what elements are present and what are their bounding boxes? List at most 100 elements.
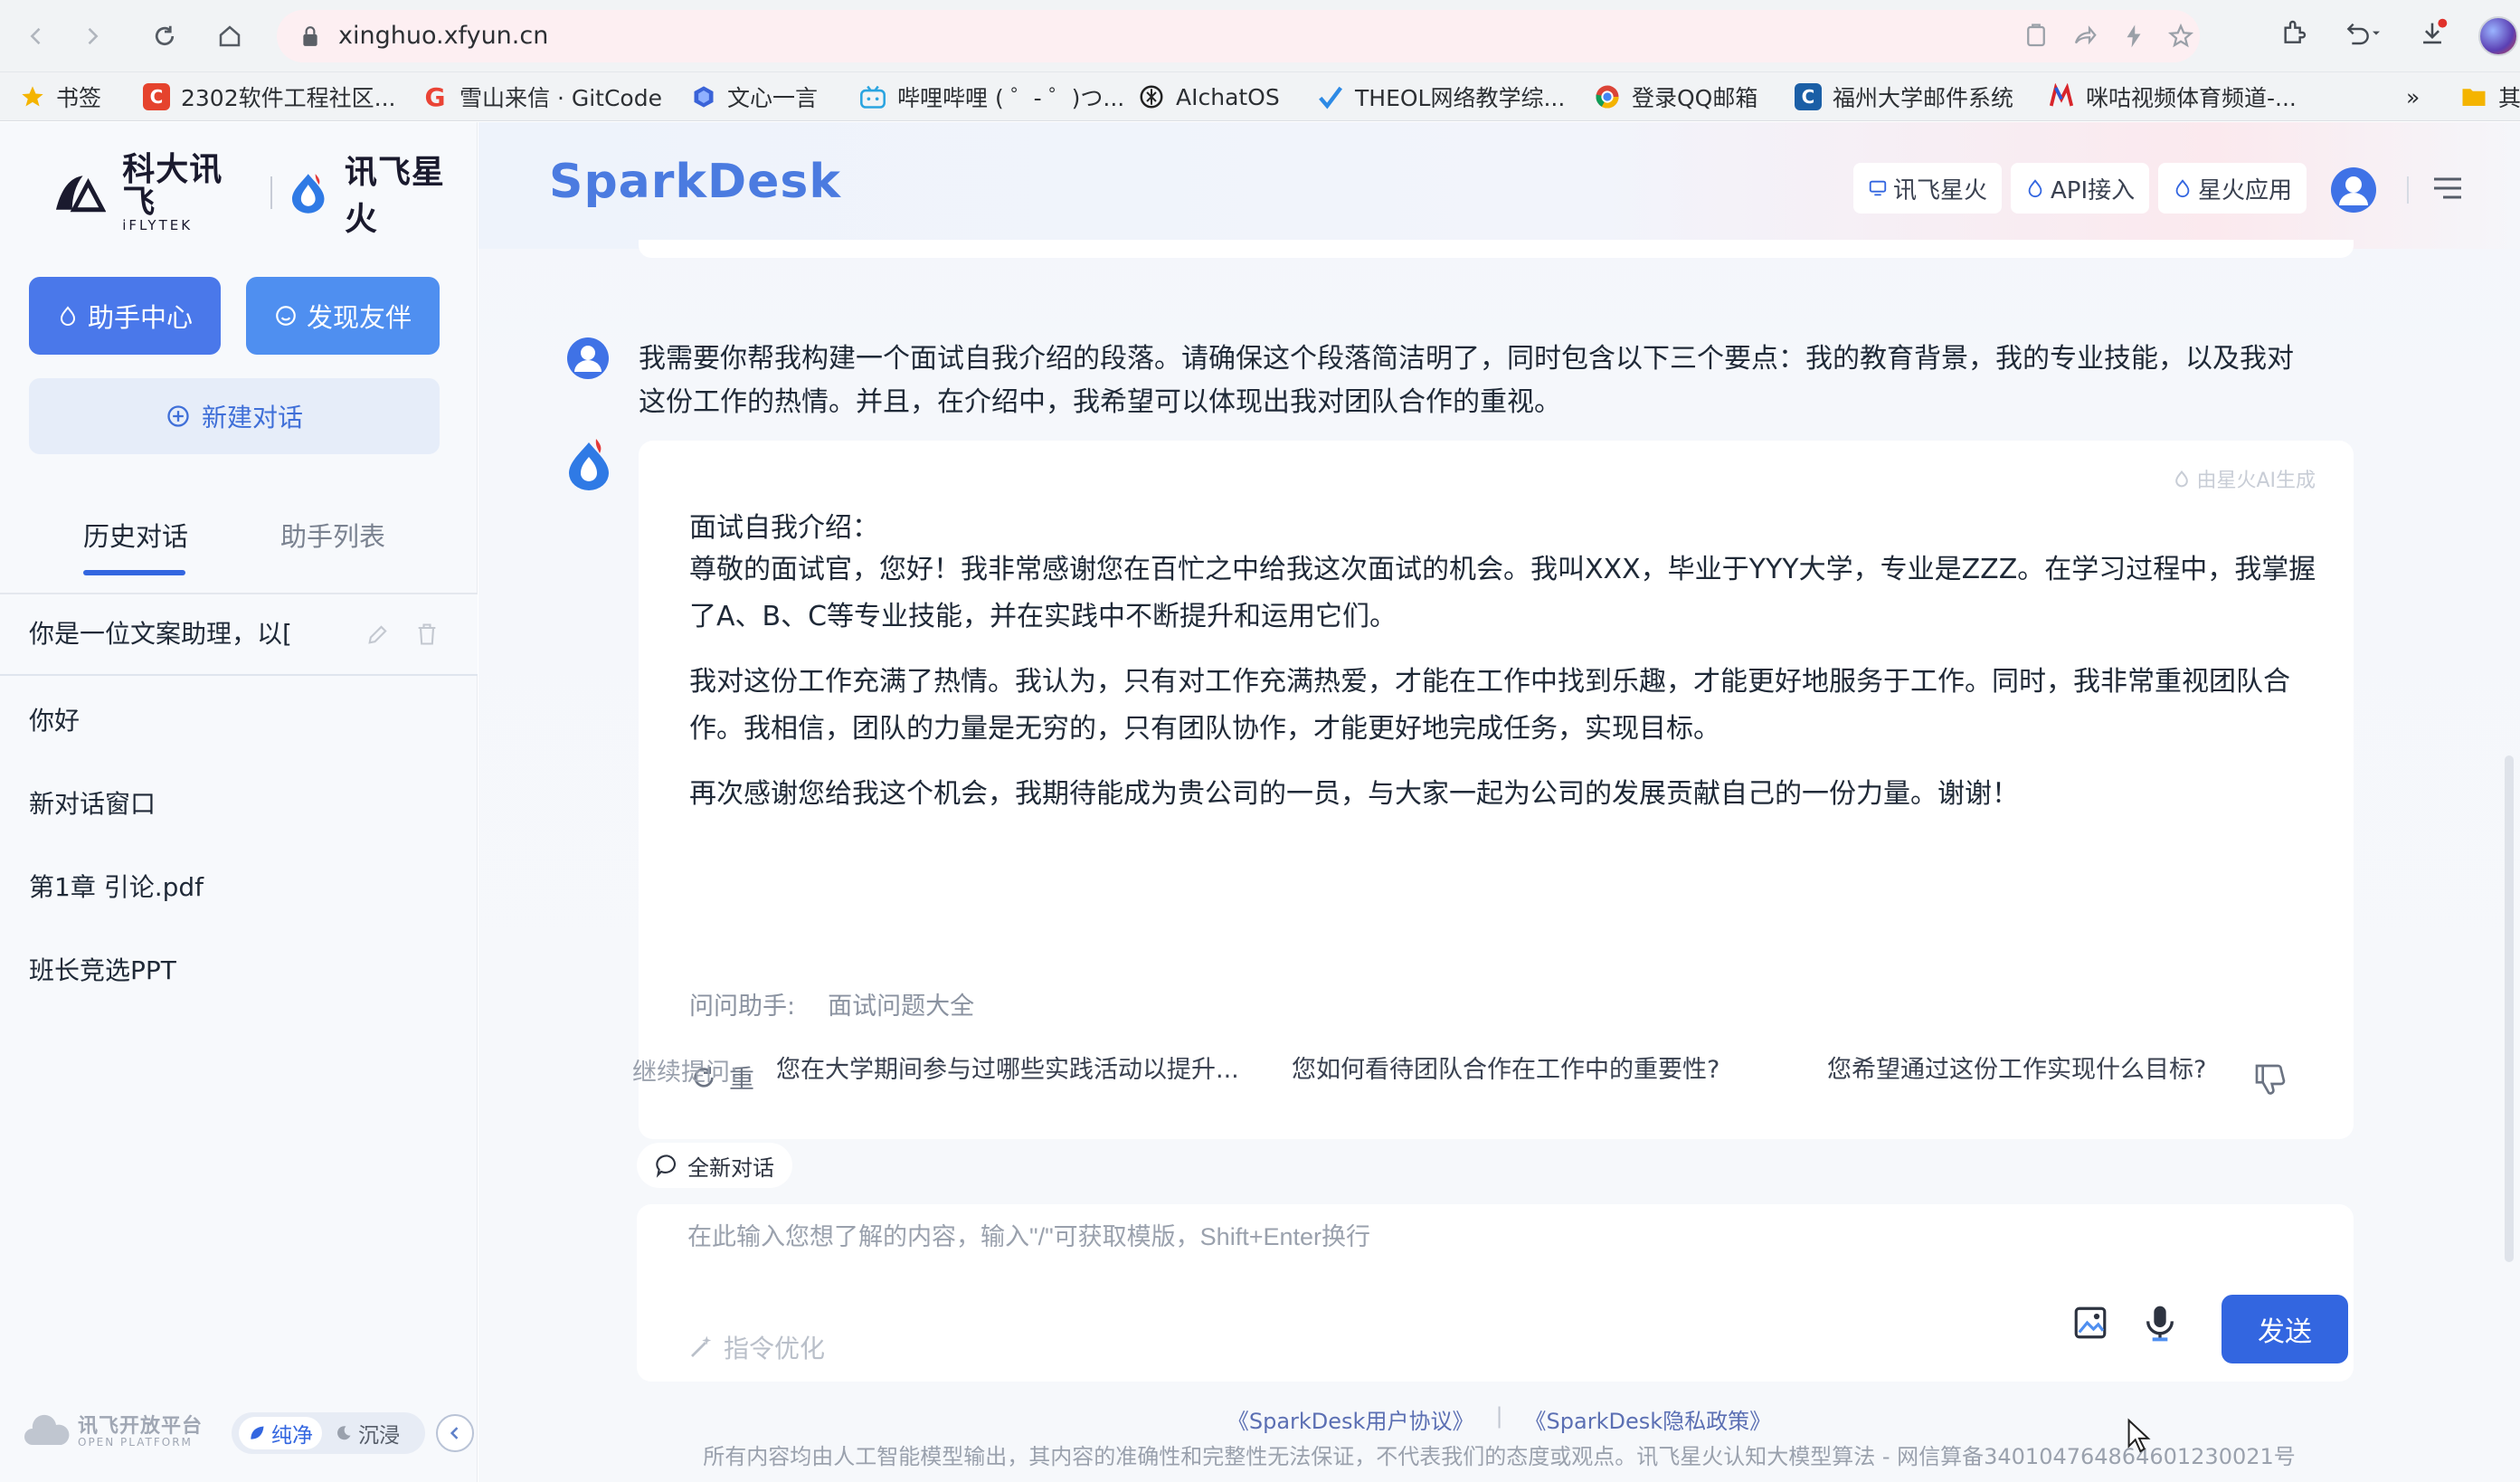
undo-menu-icon[interactable] [2341, 18, 2383, 47]
open-platform-logo[interactable]: 讯飞开放平台 OPEN PLATFORM [24, 1414, 203, 1450]
menu-icon[interactable] [2432, 175, 2463, 202]
ask-assistant-link[interactable]: 面试问题大全 [828, 986, 974, 1021]
history-item-active[interactable]: 你是一位文案助理，以[ [0, 594, 478, 674]
bookmark-item[interactable]: 哔哩哔哩 ( ゜- ゜)つ... [859, 81, 1124, 112]
ai-generated-badge: 由星火AI生成 [2173, 464, 2316, 493]
history-item[interactable]: 你好 [29, 701, 80, 737]
chat-bubble-icon [656, 1154, 677, 1178]
share-icon[interactable] [2071, 23, 2098, 50]
tab-assistant-list[interactable]: 助手列表 [280, 516, 385, 554]
mode-immerse-option[interactable]: 沉浸 [326, 1417, 409, 1449]
bookmark-label: 登录QQ邮箱 [1632, 85, 1758, 111]
chat-scrollbar[interactable] [2505, 755, 2514, 1262]
forward-button[interactable] [72, 16, 112, 56]
download-icon[interactable] [2417, 18, 2448, 49]
bookmark-item[interactable]: C 福州大学邮件系统 [1795, 81, 2013, 112]
edit-icon[interactable] [365, 622, 391, 647]
suggestion-chip[interactable]: 您希望通过这份工作实现什么目标? [1805, 1034, 2229, 1099]
star-icon [22, 86, 43, 107]
bookmarks-overflow[interactable]: » [2406, 81, 2420, 112]
flame-outline-icon [2175, 179, 2190, 198]
logo-primary-text: 科大讯飞 [122, 150, 223, 221]
brand-logo[interactable]: 科大讯飞 iFLYTEK 讯飞星火 [52, 153, 477, 238]
user-avatar[interactable] [2329, 166, 2378, 214]
chevron-left-icon [450, 1427, 459, 1439]
bookmark-item[interactable]: C 2302软件工程社区... [143, 81, 395, 112]
header-separator [2407, 176, 2409, 204]
csdn-icon: C [143, 83, 170, 110]
microphone-icon[interactable] [2142, 1302, 2178, 1344]
smile-icon [276, 306, 296, 326]
bookmark-label: 2302软件工程社区... [181, 85, 396, 111]
prompt-optimize-button[interactable]: 指令优化 [687, 1329, 825, 1365]
answer-paragraph: 尊敬的面试官，您好！我非常感谢您在百忙之中给我这次面试的机会。我叫XXX，毕业于… [689, 554, 2316, 632]
history-item[interactable]: 第1章 引论.pdf [29, 868, 204, 904]
browser-profile-avatar[interactable] [2478, 16, 2518, 56]
collapse-sidebar-button[interactable] [436, 1414, 474, 1452]
reader-mode-icon[interactable] [2023, 23, 2050, 50]
back-button[interactable] [16, 16, 56, 56]
answer-paragraph: 我对这份工作充满了热情。我认为，只有对工作充满热爱，才能在工作中找到乐趣，才能更… [689, 666, 2290, 745]
chat-input[interactable] [687, 1217, 2225, 1289]
home-button[interactable] [210, 16, 250, 56]
mode-pure-option[interactable]: 纯净 [239, 1417, 322, 1449]
ask-assistant-label: 问问助手: [689, 993, 796, 1021]
new-topic-button[interactable]: 全新对话 [637, 1143, 792, 1188]
bookmark-item[interactable]: 文心一言 [691, 81, 818, 112]
bookmark-label: 书签 [56, 85, 102, 111]
user-agreement-link[interactable]: 《SparkDesk用户协议》 [1227, 1403, 1474, 1435]
sparkdesk-app: 科大讯飞 iFLYTEK 讯飞星火 助手中心 发现友伴 新建对话 历史对话 助手… [0, 122, 2520, 1482]
privacy-policy-link[interactable]: 《SparkDesk隐私政策》 [1525, 1403, 1772, 1435]
bookmark-item[interactable]: THEOL网络教学综... [1317, 81, 1565, 112]
display-mode-toggle[interactable]: 纯净 沉浸 [232, 1412, 425, 1454]
reload-button[interactable] [145, 16, 185, 56]
thumbs-down-icon[interactable] [2252, 1061, 2288, 1097]
history-item[interactable]: 新对话窗口 [29, 784, 156, 821]
bookmark-item[interactable]: AIchatOS [1138, 81, 1280, 112]
divider [0, 674, 478, 676]
bookmark-item[interactable]: 咪咕视频体育频道-... [2048, 81, 2297, 112]
footer-links: 《SparkDesk用户协议》 | 《SparkDesk隐私政策》 [478, 1403, 2520, 1435]
history-item[interactable]: 班长竞选PPT [29, 951, 176, 987]
lock-icon [303, 26, 317, 46]
browser-toolbar: xinghuo.xfyun.cn [0, 0, 2520, 72]
sparkdesk-brand[interactable]: SparkDesk [549, 155, 841, 209]
delete-icon[interactable] [414, 622, 440, 647]
reload-icon [155, 25, 175, 46]
composer: 指令优化 发送 [637, 1204, 2354, 1382]
url-text[interactable]: xinghuo.xfyun.cn [338, 22, 548, 50]
sidebar-footer: 讯飞开放平台 OPEN PLATFORM 纯净 沉浸 [24, 1407, 474, 1461]
new-chat-button[interactable]: 新建对话 [29, 378, 440, 454]
chrome-icon [1596, 85, 1619, 109]
google-icon: G [424, 81, 446, 112]
image-upload-icon[interactable] [2071, 1304, 2109, 1342]
forward-arrow-icon [88, 27, 99, 45]
previous-message-card [639, 240, 2354, 258]
flame-outline-icon [2028, 179, 2042, 198]
assistant-center-button[interactable]: 助手中心 [29, 277, 221, 355]
header-link-apps[interactable]: 星火应用 [2158, 163, 2307, 214]
bookmark-star-icon[interactable] [2167, 23, 2194, 50]
bookmark-item[interactable]: G 雪山来信 · GitCode [422, 81, 662, 112]
bookmark-label: AIchatOS [1176, 83, 1280, 110]
header-link-xinghuo[interactable]: 讯飞星火 [1853, 163, 2003, 214]
bookmark-item[interactable]: 登录QQ邮箱 [1594, 81, 1757, 112]
bookmark-label: 其 [2498, 85, 2520, 111]
theol-icon [1319, 86, 1342, 109]
tab-history[interactable]: 历史对话 [83, 516, 188, 554]
header-link-api[interactable]: API接入 [2011, 163, 2150, 214]
back-arrow-icon [30, 27, 41, 45]
lightning-icon[interactable] [2120, 23, 2147, 50]
address-bar[interactable]: xinghuo.xfyun.cn [277, 10, 2200, 62]
spark-flame-icon [292, 174, 325, 214]
discover-partner-button[interactable]: 发现友伴 [246, 277, 440, 355]
suggestion-chip[interactable]: 您在大学期间参与过哪些实践活动以提升... [754, 1034, 1250, 1099]
bookmark-item[interactable]: 书签 [20, 81, 101, 112]
send-button[interactable]: 发送 [2222, 1295, 2348, 1363]
suggestion-chip[interactable]: 您如何看待团队合作在工作中的重要性? [1270, 1034, 1742, 1099]
other-bookmarks[interactable]: 其 [2460, 81, 2520, 112]
ask-assistant-row: 问问助手: 面试问题大全 [689, 986, 974, 1021]
bookmark-label: 咪咕视频体育频道-... [2086, 85, 2297, 111]
answer-heading: 面试自我介绍： [689, 512, 879, 544]
extensions-icon[interactable] [2279, 18, 2308, 47]
